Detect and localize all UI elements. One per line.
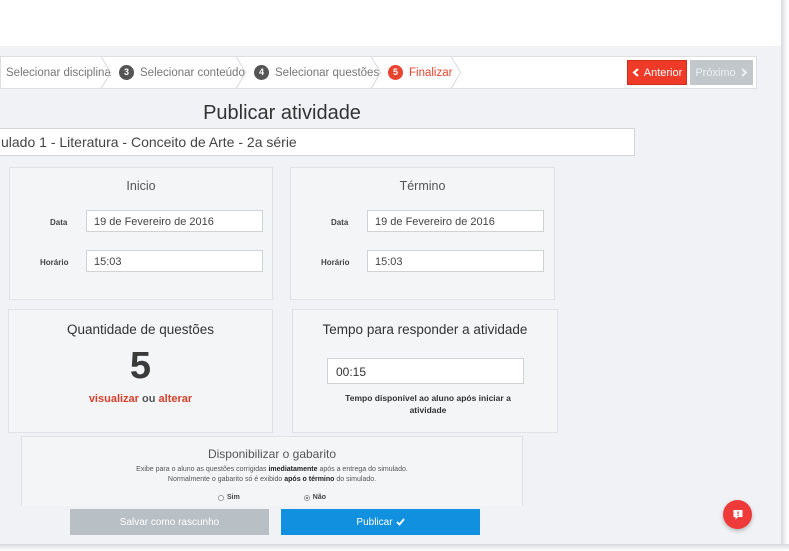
step-separator-icon bbox=[450, 57, 462, 88]
page-title: Publicar atividade bbox=[203, 102, 361, 124]
answer-key-description: Exibe para o aluno as questões corrigida… bbox=[22, 465, 522, 485]
chevron-left-icon bbox=[632, 68, 639, 77]
step-label: Finalizar bbox=[409, 66, 453, 79]
start-time-label: Horário bbox=[40, 258, 69, 267]
chevron-right-icon bbox=[741, 68, 748, 77]
start-panel-title: Inicio bbox=[126, 179, 156, 193]
text-bold: imediatamente bbox=[268, 466, 318, 473]
change-questions-link[interactable]: alterar bbox=[159, 393, 193, 405]
option-no-label: Não bbox=[312, 494, 327, 501]
option-yes[interactable]: Sim bbox=[217, 494, 240, 501]
next-button[interactable]: Próximo bbox=[690, 60, 753, 85]
publish-button[interactable]: Publicar bbox=[281, 509, 480, 535]
text: do simulado. bbox=[334, 476, 377, 483]
radio-button-selected[interactable] bbox=[303, 494, 310, 501]
window-edge-shadow bbox=[0, 544, 789, 551]
end-date-field[interactable]: 19 de Fevereiro de 2016 bbox=[367, 210, 544, 232]
window-edge-shadow bbox=[781, 0, 789, 551]
question-count-value: 5 bbox=[129, 345, 152, 387]
question-count-panel: Quantidade de questões 5 visualizar ou a… bbox=[8, 309, 273, 433]
end-date-label: Data bbox=[331, 218, 349, 227]
end-time-label: Horário bbox=[321, 258, 350, 267]
response-time-input[interactable]: 00:15 bbox=[327, 358, 524, 384]
publish-label: Publicar bbox=[356, 516, 393, 528]
activity-name-input[interactable]: ulado 1 - Literatura - Conceito de Arte … bbox=[0, 128, 635, 156]
view-questions-link[interactable]: visualizar bbox=[89, 393, 139, 405]
step-label: Selecionar questões bbox=[275, 66, 380, 79]
help-chat-button[interactable] bbox=[723, 500, 752, 529]
links-connector: ou bbox=[142, 393, 156, 405]
answer-key-options: Sim Não bbox=[22, 494, 522, 501]
save-draft-label: Salvar como rascunho bbox=[119, 516, 220, 528]
answer-key-line-2: Normalmente o gabarito só é exibido após… bbox=[22, 475, 522, 485]
response-time-help: Tempo disponível ao aluno após iniciar a… bbox=[323, 392, 533, 416]
step-select-discipline[interactable]: Selecionar disciplina bbox=[1, 57, 112, 88]
start-time-field[interactable]: 15:03 bbox=[86, 250, 263, 272]
save-draft-button[interactable]: Salvar como rascunho bbox=[70, 509, 269, 535]
text: Normalmente o gabarito só é exibido bbox=[167, 476, 285, 483]
text: Exibe para o aluno as questões corrigida… bbox=[136, 466, 269, 473]
step-label: Selecionar disciplina bbox=[6, 66, 111, 79]
step-number-badge: 5 bbox=[388, 65, 403, 80]
option-yes-label: Sim bbox=[226, 494, 240, 501]
answer-key-title: Disponibilizar o gabarito bbox=[207, 447, 337, 461]
response-time-title: Tempo para responder a atividade bbox=[322, 322, 528, 337]
start-panel: Inicio Data 19 de Fevereiro de 2016 Horá… bbox=[9, 167, 273, 300]
top-header bbox=[0, 0, 781, 46]
step-select-questions[interactable]: 4 Selecionar questões bbox=[245, 57, 382, 88]
step-finalize[interactable]: 5 Finalizar bbox=[380, 57, 462, 88]
check-icon bbox=[395, 518, 405, 526]
end-panel: Término Data 19 de Fevereiro de 2016 Hor… bbox=[290, 167, 555, 300]
start-date-label: Data bbox=[50, 218, 68, 227]
help-chat-icon bbox=[733, 509, 742, 519]
end-panel-title: Término bbox=[399, 179, 446, 193]
wizard-steps: Selecionar disciplina 3 Selecionar conte… bbox=[0, 56, 757, 89]
text-bold: após o término bbox=[284, 476, 335, 483]
radio-button[interactable] bbox=[217, 494, 224, 501]
step-number-badge: 4 bbox=[254, 65, 269, 80]
answer-key-line-1: Exibe para o aluno as questões corrigida… bbox=[22, 465, 522, 475]
step-select-content[interactable]: 3 Selecionar conteúdo bbox=[110, 57, 247, 88]
question-count-links: visualizar ou alterar bbox=[9, 393, 272, 405]
question-count-title: Quantidade de questões bbox=[66, 322, 215, 337]
response-time-help-line: atividade bbox=[409, 405, 447, 415]
text: após a entrega do simulado. bbox=[317, 466, 408, 473]
previous-button-label: Anterior bbox=[643, 66, 683, 79]
step-number-badge: 3 bbox=[119, 65, 134, 80]
answer-key-panel: Disponibilizar o gabarito Exibe para o a… bbox=[21, 436, 523, 506]
option-no[interactable]: Não bbox=[303, 494, 327, 501]
response-time-help-line: Tempo disponível ao aluno após iniciar a bbox=[345, 393, 511, 403]
end-time-field[interactable]: 15:03 bbox=[367, 250, 544, 272]
step-label: Selecionar conteúdo bbox=[140, 66, 245, 79]
start-date-field[interactable]: 19 de Fevereiro de 2016 bbox=[86, 210, 263, 232]
main-content: Selecionar disciplina 3 Selecionar conte… bbox=[0, 46, 781, 544]
previous-button[interactable]: Anterior bbox=[627, 60, 687, 85]
response-time-panel: Tempo para responder a atividade 00:15 T… bbox=[292, 309, 558, 433]
next-button-label: Próximo bbox=[695, 66, 736, 79]
